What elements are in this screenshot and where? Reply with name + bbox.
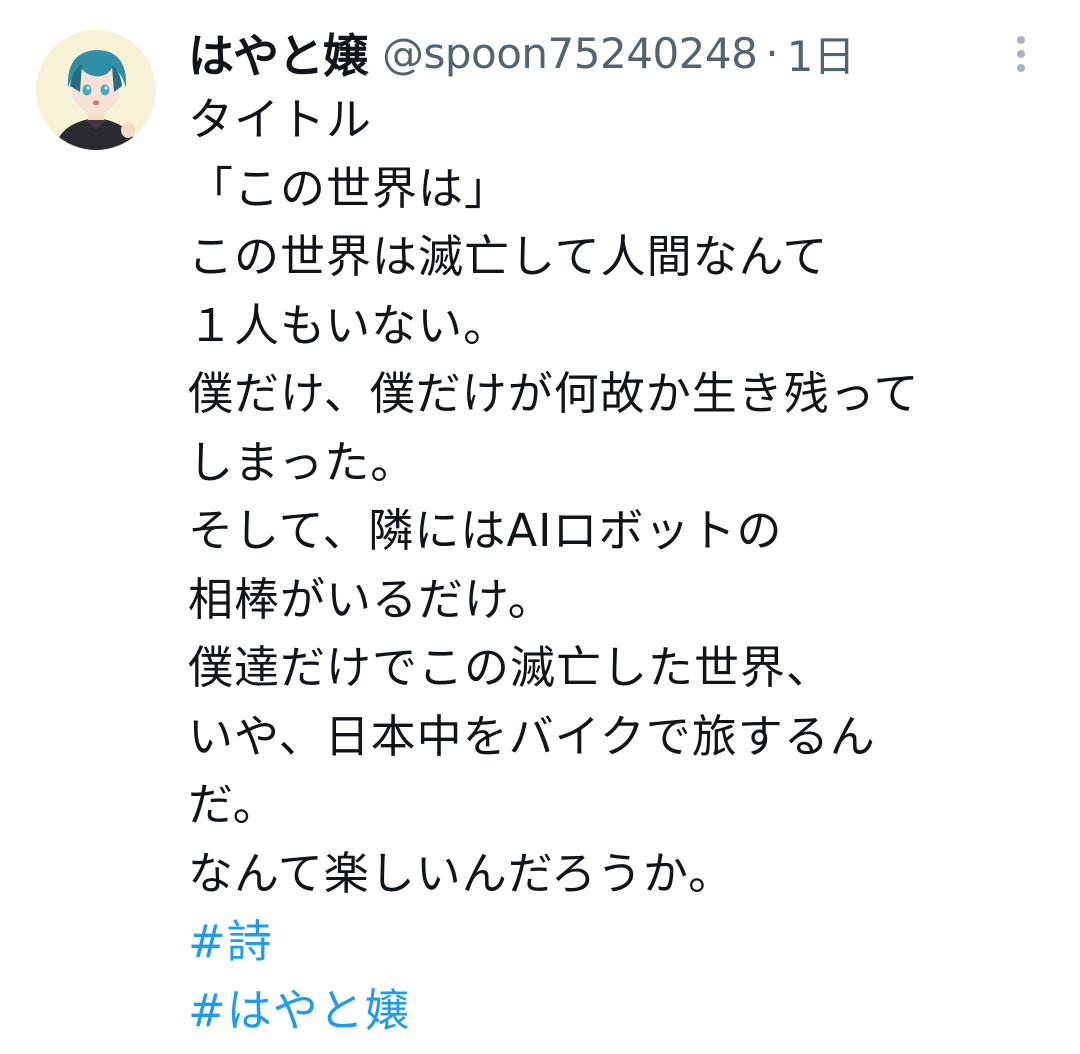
user-avatar[interactable] (36, 30, 156, 150)
tweet-line: 「この世界は」 (188, 161, 511, 215)
tweet-line: 相棒がいるだけ。 (188, 572, 554, 626)
hashtag-link[interactable]: #詩 (188, 908, 1048, 977)
author-handle[interactable]: @spoon75240248 (382, 29, 758, 78)
tweet[interactable]: はやと嬢 @spoon75240248 · 1日 タイトル 「この世界は」 この… (0, 0, 1080, 1054)
tweet-line: だ。 (188, 778, 279, 831)
tweet-line: いや、日本中をバイクで旅するん (188, 709, 876, 763)
tweet-line: しまった。 (188, 435, 417, 489)
hashtag-link[interactable]: #はやと嬢 (188, 977, 1048, 1046)
more-vertical-icon (1017, 36, 1025, 72)
more-options-button[interactable] (1006, 34, 1036, 74)
tweet-header: はやと嬢 @spoon75240248 · 1日 (188, 18, 855, 88)
tweet-line: なんて楽しいんだろうか。 (188, 846, 735, 900)
tweet-text: タイトル 「この世界は」 この世界は滅亡して人間なんて １人もいない。 僕だけ、… (188, 86, 1048, 1045)
avatar-illustration-icon (36, 30, 156, 150)
tweet-line: この世界は滅亡して人間なんて (188, 230, 829, 283)
tweet-line: タイトル (188, 93, 373, 146)
header-separator: · (765, 28, 779, 78)
tweet-line: 僕達だけでこの滅亡した世界、 (188, 641, 833, 694)
author-display-name[interactable]: はやと嬢 (188, 20, 369, 86)
tweet-line: 僕だけ、僕だけが何故か生き残って (188, 367, 920, 420)
tweet-timestamp[interactable]: 1日 (787, 23, 856, 84)
tweet-line: そして、隣にはAIロボットの (188, 504, 783, 557)
tweet-line: １人もいない。 (188, 298, 510, 352)
